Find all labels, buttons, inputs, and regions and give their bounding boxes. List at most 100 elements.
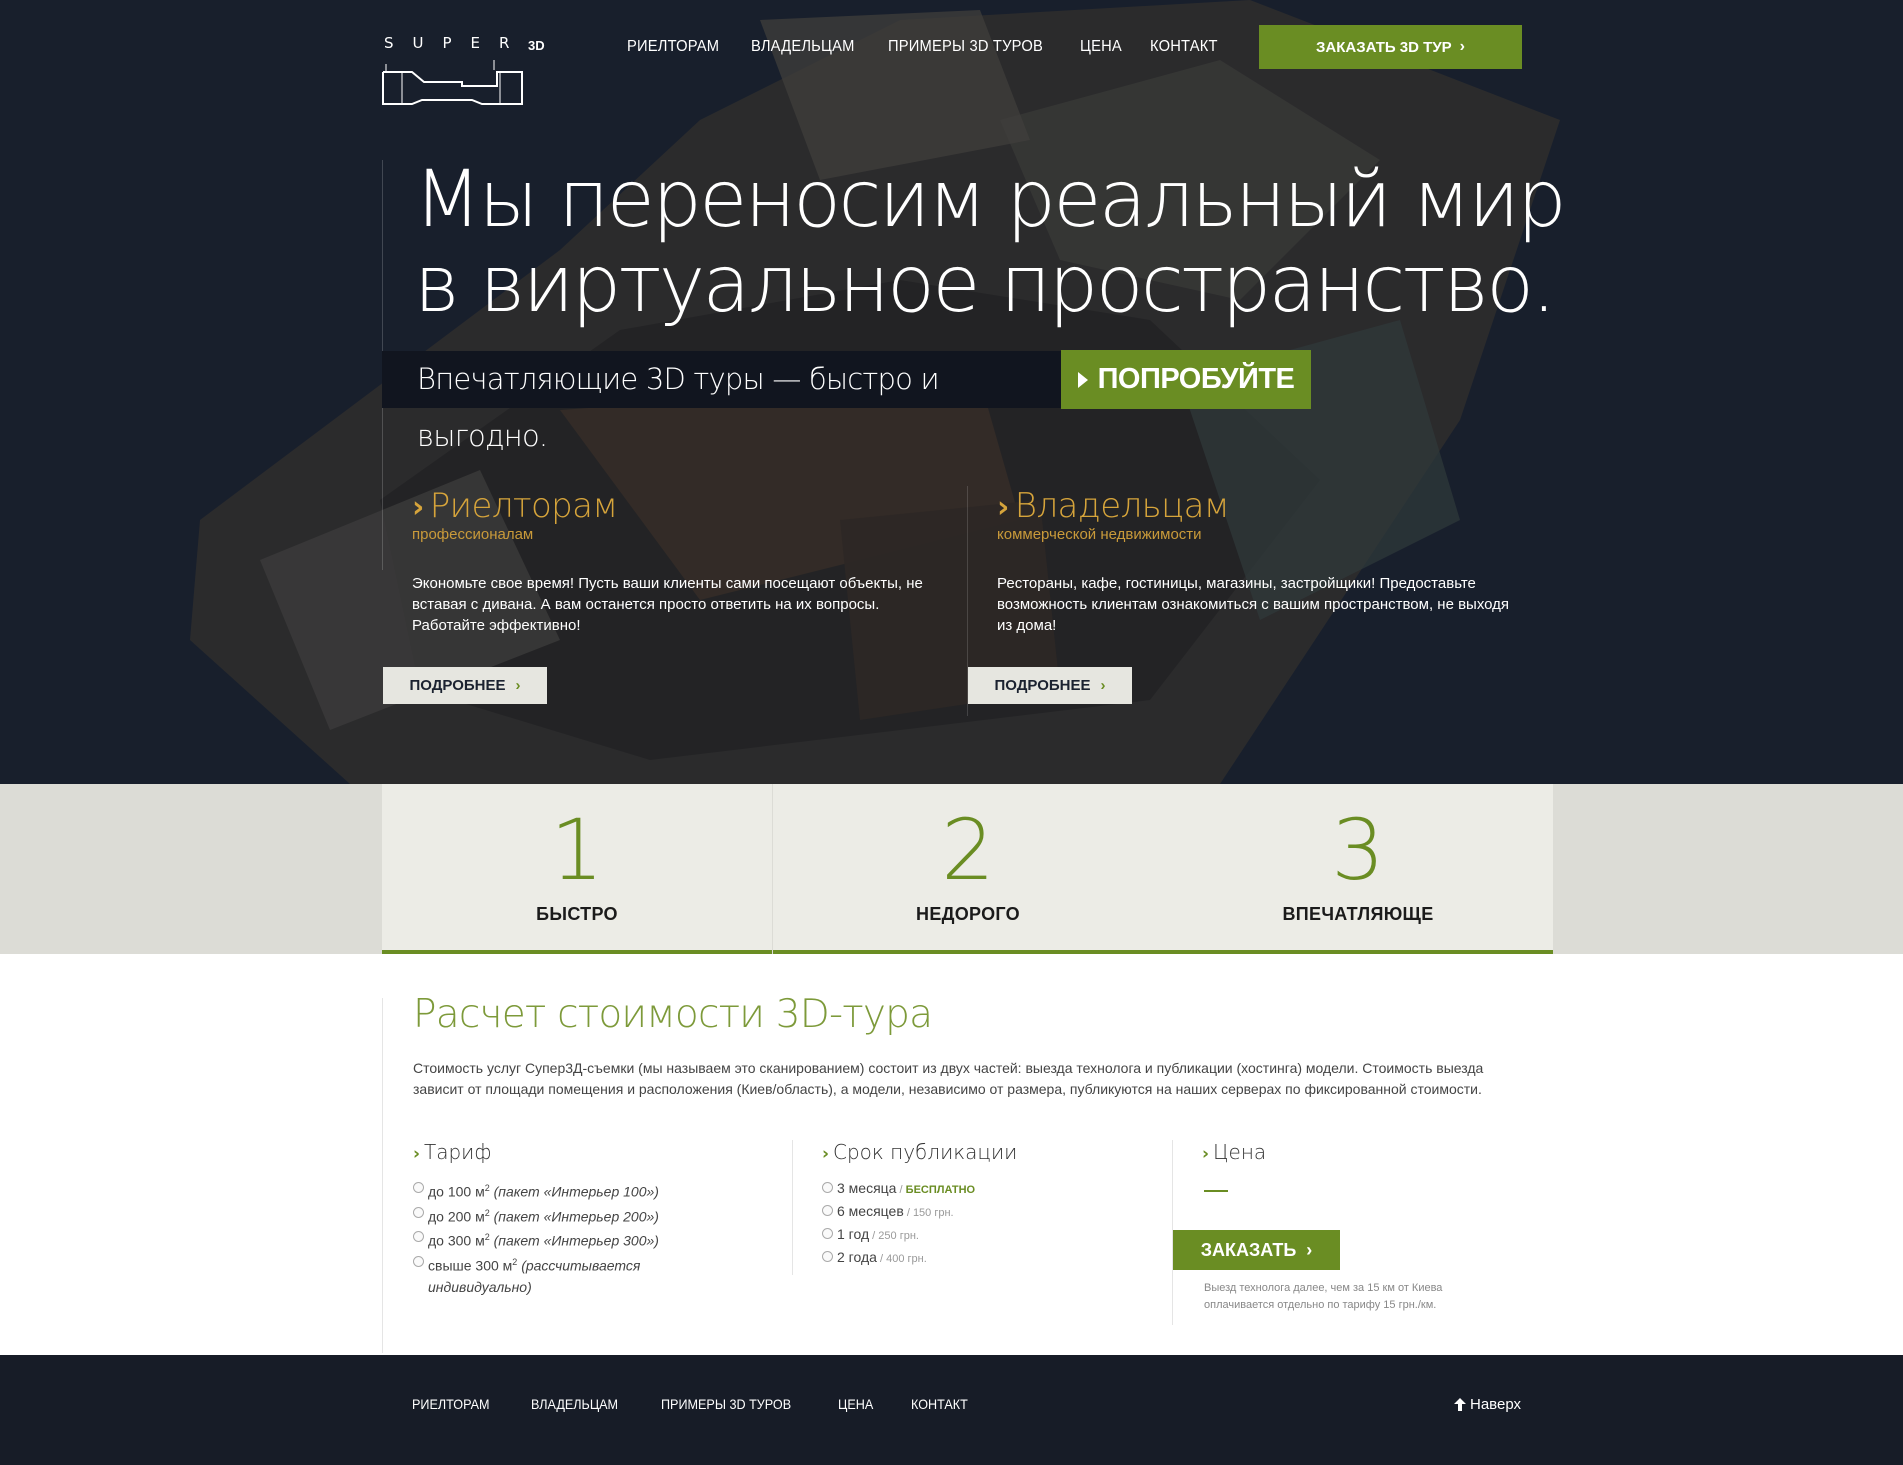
footer-nav-price[interactable]: ЦЕНА xyxy=(838,1396,873,1412)
chevron-right-icon: › xyxy=(1306,1239,1313,1260)
term-separator: / xyxy=(903,1207,913,1219)
audience-owners-title[interactable]: › Владельцам xyxy=(997,486,1527,526)
arrow-up-icon xyxy=(1454,1398,1466,1411)
nav-realtors[interactable]: РИЕЛТОРАМ xyxy=(627,38,719,56)
footer-nav-owners[interactable]: ВЛАДЕЛЬЦАМ xyxy=(531,1396,618,1412)
column-divider xyxy=(792,1140,793,1275)
tariff-area: до 200 м xyxy=(428,1208,485,1225)
tariff-area: до 100 м xyxy=(428,1183,485,1200)
super3d-logo[interactable]: SUPER 3D xyxy=(382,34,552,110)
hero-headline: Мы переносим реальный мир в виртуальное … xyxy=(414,155,1567,330)
feature-number: 3 xyxy=(1331,801,1385,899)
hero-headline-line1: Мы переносим реальный мир xyxy=(414,155,1567,245)
feature-number: 2 xyxy=(941,801,995,899)
term-label: 2 года xyxy=(837,1249,877,1265)
logo-3d-mark: 3D xyxy=(528,38,545,53)
realtors-more-button[interactable]: ПОДРОБНЕЕ › xyxy=(383,667,547,704)
radio-button[interactable] xyxy=(413,1182,424,1193)
radio-button[interactable] xyxy=(822,1182,833,1193)
tariff-column: › Тариф до 100 м2 (пакет «Интерьер 100») … xyxy=(413,1140,773,1298)
chevron-right-icon: › xyxy=(412,490,424,525)
more-button-label: ПОДРОБНЕЕ xyxy=(409,677,506,694)
tariff-option[interactable]: свыше 300 м2 (рассчитывается индивидуаль… xyxy=(413,1252,683,1298)
tariff-area-sup: 2 xyxy=(484,1207,490,1218)
radio-button[interactable] xyxy=(822,1251,833,1262)
radio-button[interactable] xyxy=(413,1231,424,1243)
term-label: 3 месяца xyxy=(837,1180,897,1196)
try-button-label: ПОПРОБУЙТЕ xyxy=(1097,363,1295,395)
term-separator: / xyxy=(876,1253,887,1265)
price-value-placeholder xyxy=(1204,1190,1228,1192)
footer-navigation: РИЕЛТОРАМ ВЛАДЕЛЬЦАМ ПРИМЕРЫ 3D ТУРОВ ЦЕ… xyxy=(412,1396,974,1412)
term-title: › Срок публикации xyxy=(822,1140,1162,1164)
tariff-area-sup: 2 xyxy=(512,1256,518,1267)
audience-owners: › Владельцам коммерческой недвижимости Ре… xyxy=(997,486,1527,636)
term-option[interactable]: 3 месяца / БЕСПЛАТНО xyxy=(822,1178,1162,1201)
chevron-right-icon: › xyxy=(413,1144,421,1164)
tariff-package: (пакет «Интерьер 200») xyxy=(493,1208,659,1225)
feature-impressive: 3 ВПЕЧАТЛЯЮЩЕ xyxy=(1163,784,1553,954)
term-price: 400 грн. xyxy=(886,1253,927,1265)
term-label: 1 год xyxy=(837,1226,870,1242)
order-3d-tour-label: ЗАКАЗАТЬ 3D ТУР xyxy=(1316,38,1452,56)
more-button-label: ПОДРОБНЕЕ xyxy=(994,677,1091,694)
radio-button[interactable] xyxy=(413,1255,424,1267)
tariff-area-sup: 2 xyxy=(484,1183,490,1193)
chevron-right-icon: › xyxy=(1459,38,1465,55)
radio-button[interactable] xyxy=(822,1228,833,1239)
tariff-option[interactable]: до 200 м2 (пакет «Интерьер 200») xyxy=(413,1203,773,1228)
owners-more-button[interactable]: ПОДРОБНЕЕ › xyxy=(968,667,1132,704)
radio-button[interactable] xyxy=(822,1205,833,1216)
tariff-option[interactable]: до 100 м2 (пакет «Интерьер 100») xyxy=(413,1178,773,1203)
hero-section: SUPER 3D РИЕЛТОРАМ ВЛАДЕЛЬЦАМ ПРИМЕРЫ 3D… xyxy=(0,0,1903,784)
footer-nav-realtors[interactable]: РИЕЛТОРАМ xyxy=(412,1396,490,1412)
audience-realtors-title[interactable]: › Риелторам xyxy=(412,486,942,526)
tariff-area: свыше 300 м xyxy=(428,1257,513,1274)
tariff-area: до 300 м xyxy=(428,1232,485,1249)
chevron-right-icon: › xyxy=(515,677,521,694)
footer-nav-tour-examples[interactable]: ПРИМЕРЫ 3D ТУРОВ xyxy=(661,1396,791,1412)
audience-realtors-subtitle: профессионалам xyxy=(412,526,534,543)
back-to-top-label: Наверх xyxy=(1470,1396,1521,1413)
logo-wordmark: SUPER xyxy=(384,34,529,52)
tariff-title: › Тариф xyxy=(413,1140,773,1164)
pricing-divider xyxy=(382,998,383,1353)
feature-label: НЕДОРОГО xyxy=(916,904,1020,924)
travel-fee-note: Выезд технолога далее, чем за 15 км от К… xyxy=(1204,1282,1443,1311)
nav-contact[interactable]: КОНТАКТ xyxy=(1150,38,1218,56)
order-3d-tour-button[interactable]: ЗАКАЗАТЬ 3D ТУР › xyxy=(1259,25,1522,69)
term-label: 6 месяцев xyxy=(837,1203,904,1219)
top-navigation: РИЕЛТОРАМ ВЛАДЕЛЬЦАМ ПРИМЕРЫ 3D ТУРОВ ЦЕ… xyxy=(627,38,1223,56)
term-separator: / xyxy=(896,1184,906,1196)
price-column: › Цена xyxy=(1202,1140,1502,1164)
hero-tagline: Впечатляющие 3D туры — быстро и выгодно. xyxy=(382,351,1061,453)
term-option[interactable]: 2 года / 400 грн. xyxy=(822,1247,1162,1270)
term-price: 150 грн. xyxy=(912,1207,954,1219)
audience-owners-title-text: Владельцам xyxy=(1014,486,1230,526)
back-to-top-link[interactable]: Наверх xyxy=(1454,1396,1521,1413)
term-separator: / xyxy=(869,1230,879,1242)
chevron-right-icon: › xyxy=(1202,1144,1210,1164)
tariff-area-sup: 2 xyxy=(484,1232,490,1243)
tariff-option[interactable]: до 300 м2 (пакет «Интерьер 300») xyxy=(413,1227,773,1252)
nav-price[interactable]: ЦЕНА xyxy=(1080,38,1122,56)
term-option[interactable]: 1 год / 250 грн. xyxy=(822,1224,1162,1247)
price-title-text: Цена xyxy=(1213,1140,1267,1164)
feature-cheap: 2 НЕДОРОГО xyxy=(773,784,1163,954)
nav-owners[interactable]: ВЛАДЕЛЬЦАМ xyxy=(751,38,855,56)
term-option[interactable]: 6 месяцев / 150 грн. xyxy=(822,1201,1162,1224)
order-button-label: ЗАКАЗАТЬ xyxy=(1200,1239,1297,1260)
term-price: БЕСПЛАТНО xyxy=(905,1184,976,1196)
hero-headline-line2: в виртуальное пространство. xyxy=(414,240,1556,330)
try-button[interactable]: ПОПРОБУЙТЕ xyxy=(1061,350,1311,409)
audience-realtors-title-text: Риелторам xyxy=(429,486,618,526)
term-column: › Срок публикации 3 месяца / БЕСПЛАТНО 6 … xyxy=(822,1140,1162,1270)
audience-realtors: › Риелторам профессионалам Экономьте свое… xyxy=(412,486,942,636)
price-title: › Цена xyxy=(1202,1140,1502,1164)
pricing-description: Стоимость услуг Супер3Д-съемки (мы назыв… xyxy=(413,1060,1484,1097)
nav-tour-examples[interactable]: ПРИМЕРЫ 3D ТУРОВ xyxy=(888,38,1043,56)
audience-owners-text: Рестораны, кафе, гостиницы, магазины, за… xyxy=(997,575,1510,634)
radio-button[interactable] xyxy=(413,1206,424,1218)
footer-nav-contact[interactable]: КОНТАКТ xyxy=(911,1396,968,1412)
order-button[interactable]: ЗАКАЗАТЬ › xyxy=(1173,1230,1340,1270)
